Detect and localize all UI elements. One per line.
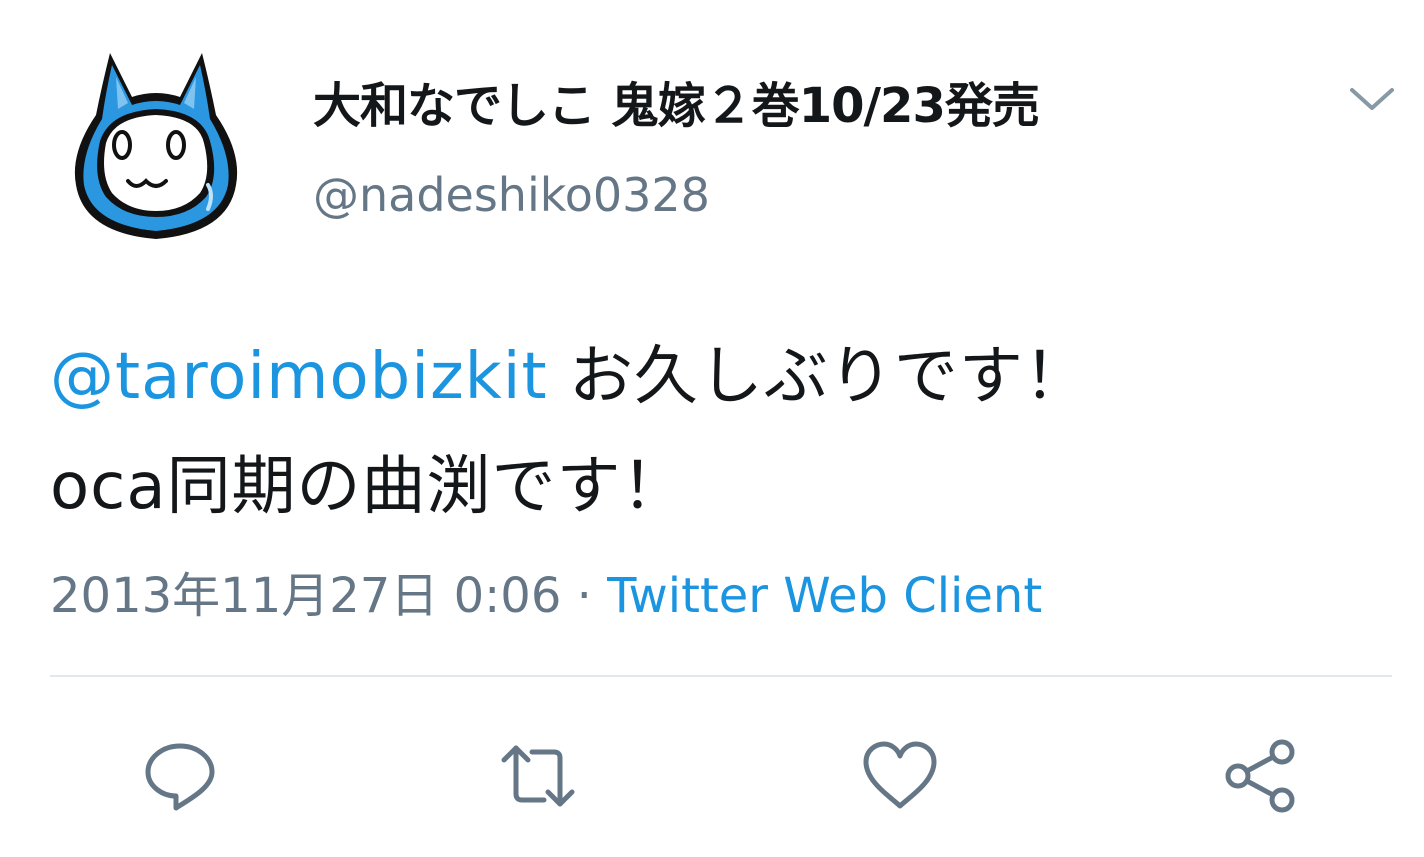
divider xyxy=(50,675,1392,677)
tweet-text-line-2: oca同期の曲渕です！ xyxy=(50,450,687,524)
retweet-icon[interactable] xyxy=(500,738,576,814)
tweet-text-line-1: @taroimobizkit お久しぶりです！ xyxy=(50,322,1390,432)
display-name[interactable]: 大和なでしこ 鬼嫁２巻10/23発売 xyxy=(313,66,1040,136)
tweet-card: 大和なでしこ 鬼嫁２巻10/23発売 @nadeshiko0328 @taroi… xyxy=(0,0,1424,857)
mention-link[interactable]: @taroimobizkit xyxy=(50,340,548,414)
reply-icon[interactable] xyxy=(142,738,218,814)
tweet-text-segment: お久しぶりです！ xyxy=(547,340,1089,414)
avatar[interactable] xyxy=(70,45,242,245)
timestamp[interactable]: 2013年11月27日 0:06 xyxy=(50,568,561,624)
chevron-down-icon[interactable] xyxy=(1346,82,1398,114)
heart-icon[interactable] xyxy=(862,738,938,814)
user-handle[interactable]: @nadeshiko0328 xyxy=(313,168,710,222)
tweet-text: @taroimobizkit お久しぶりです！ oca同期の曲渕です！ xyxy=(50,322,1390,542)
source-link[interactable]: Twitter Web Client xyxy=(607,568,1042,624)
tweet-meta: 2013年11月27日 0:06 · Twitter Web Client xyxy=(50,556,1042,626)
meta-separator: · xyxy=(561,568,608,624)
share-icon[interactable] xyxy=(1222,738,1298,814)
